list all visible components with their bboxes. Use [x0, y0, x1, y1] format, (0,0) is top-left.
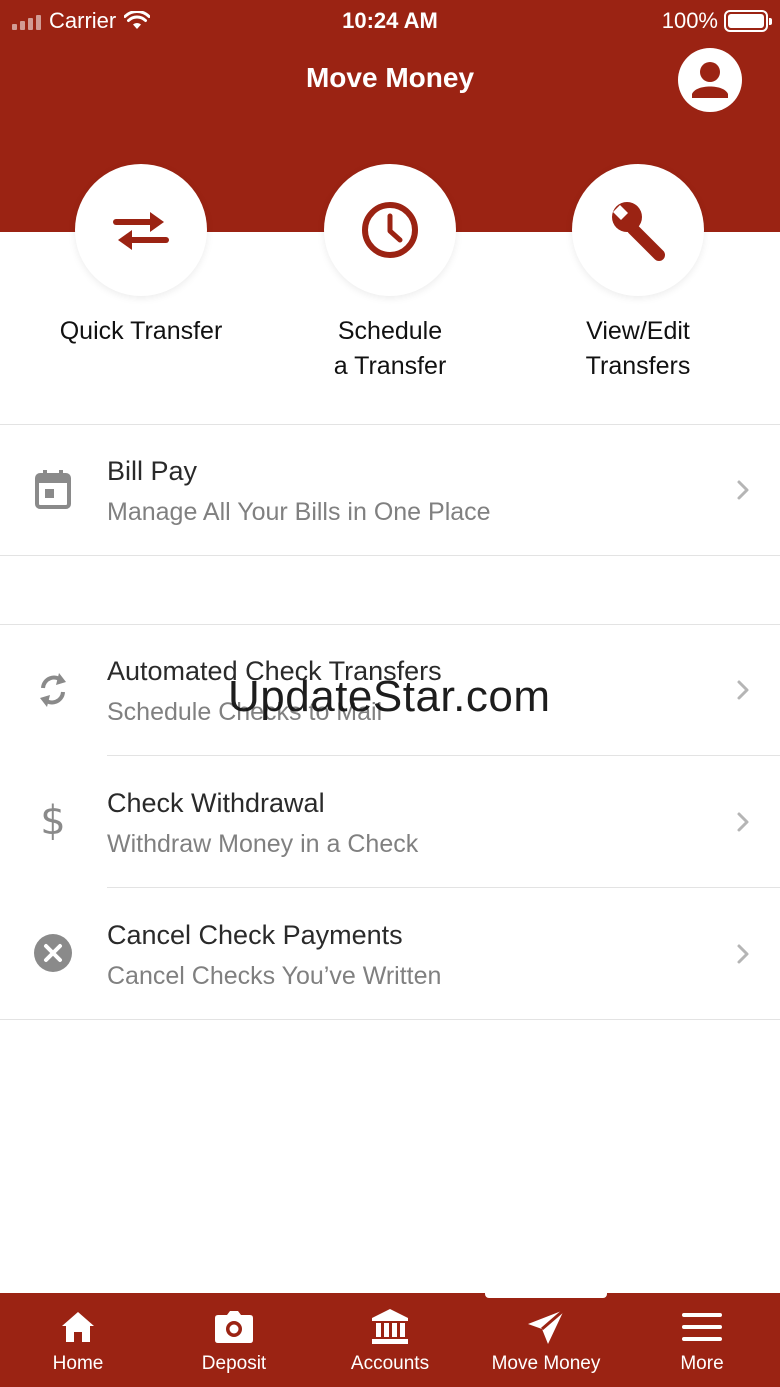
- send-icon: [468, 1307, 624, 1347]
- tab-move-money-label: Move Money: [491, 1353, 601, 1374]
- divider: [0, 555, 780, 556]
- page-title: Move Money: [305, 62, 475, 93]
- tab-more[interactable]: More: [624, 1293, 780, 1387]
- bill-pay-subtitle: Manage All Your Bills in One Place: [107, 498, 491, 526]
- cancel-circle-icon: [32, 932, 74, 974]
- refresh-icon: [32, 669, 74, 711]
- check-withdrawal-row[interactable]: $ Check Withdrawal Withdraw Money in a C…: [0, 756, 780, 886]
- tab-home-label: Home: [52, 1353, 104, 1374]
- chevron-right-icon: [737, 944, 749, 964]
- wrench-icon: [612, 202, 665, 261]
- quick-transfer-button[interactable]: Quick Transfer: [17, 164, 265, 349]
- tab-more-label: More: [680, 1353, 724, 1374]
- view-edit-transfers-circle: [572, 164, 704, 296]
- menu-icon: [624, 1307, 780, 1347]
- tab-accounts-label: Accounts: [350, 1353, 430, 1374]
- dollar-icon: $: [40, 798, 66, 844]
- bank-icon: [312, 1307, 468, 1347]
- tab-move-money[interactable]: Move Money: [468, 1293, 624, 1387]
- schedule-transfer-circle: [324, 164, 456, 296]
- check-withdrawal-title: Check Withdrawal: [107, 788, 325, 818]
- chevron-right-icon: [737, 680, 749, 700]
- swap-arrows-icon: [113, 212, 169, 250]
- cancel-check-payments-row[interactable]: Cancel Check Payments Cancel Checks You’…: [0, 888, 780, 1018]
- home-icon: [0, 1307, 156, 1347]
- active-tab-indicator: [485, 1293, 607, 1298]
- tab-home[interactable]: Home: [0, 1293, 156, 1387]
- battery-percent: 100%: [661, 8, 718, 33]
- chevron-right-icon: [737, 812, 749, 832]
- battery-icon: [724, 10, 772, 32]
- status-bar: Carrier 10:24 AM 100%: [0, 0, 780, 40]
- bill-pay-row[interactable]: Bill Pay Manage All Your Bills in One Pl…: [0, 425, 780, 555]
- clock-icon: [362, 202, 418, 258]
- cancel-check-title: Cancel Check Payments: [107, 920, 403, 950]
- tab-deposit-label: Deposit: [201, 1353, 267, 1374]
- camera-icon: [156, 1307, 312, 1347]
- status-right: 100%: [661, 8, 772, 34]
- quick-transfer-label: Quick Transfer: [59, 317, 223, 345]
- divider: [0, 1019, 780, 1020]
- user-circle-icon: [678, 48, 742, 112]
- schedule-transfer-label: Schedule a Transfer: [333, 317, 447, 380]
- tab-deposit[interactable]: Deposit: [156, 1293, 312, 1387]
- calendar-icon: [32, 468, 74, 510]
- view-edit-transfers-button[interactable]: View/Edit Transfers: [514, 164, 762, 384]
- quick-actions: Quick Transfer Schedule a Transfer View/…: [0, 164, 780, 424]
- cancel-check-subtitle: Cancel Checks You’ve Written: [107, 962, 442, 990]
- profile-button[interactable]: [678, 48, 742, 112]
- watermark-text: UpdateStar.com: [228, 672, 551, 721]
- check-withdrawal-subtitle: Withdraw Money in a Check: [107, 830, 419, 858]
- view-edit-transfers-label: View/Edit Transfers: [585, 317, 691, 380]
- tab-accounts[interactable]: Accounts: [312, 1293, 468, 1387]
- bill-pay-title: Bill Pay: [107, 456, 198, 486]
- tab-bar: Home Deposit Accounts Move Money More: [0, 1293, 780, 1387]
- quick-transfer-circle: [75, 164, 207, 296]
- chevron-right-icon: [737, 480, 749, 500]
- schedule-transfer-button[interactable]: Schedule a Transfer: [266, 164, 514, 384]
